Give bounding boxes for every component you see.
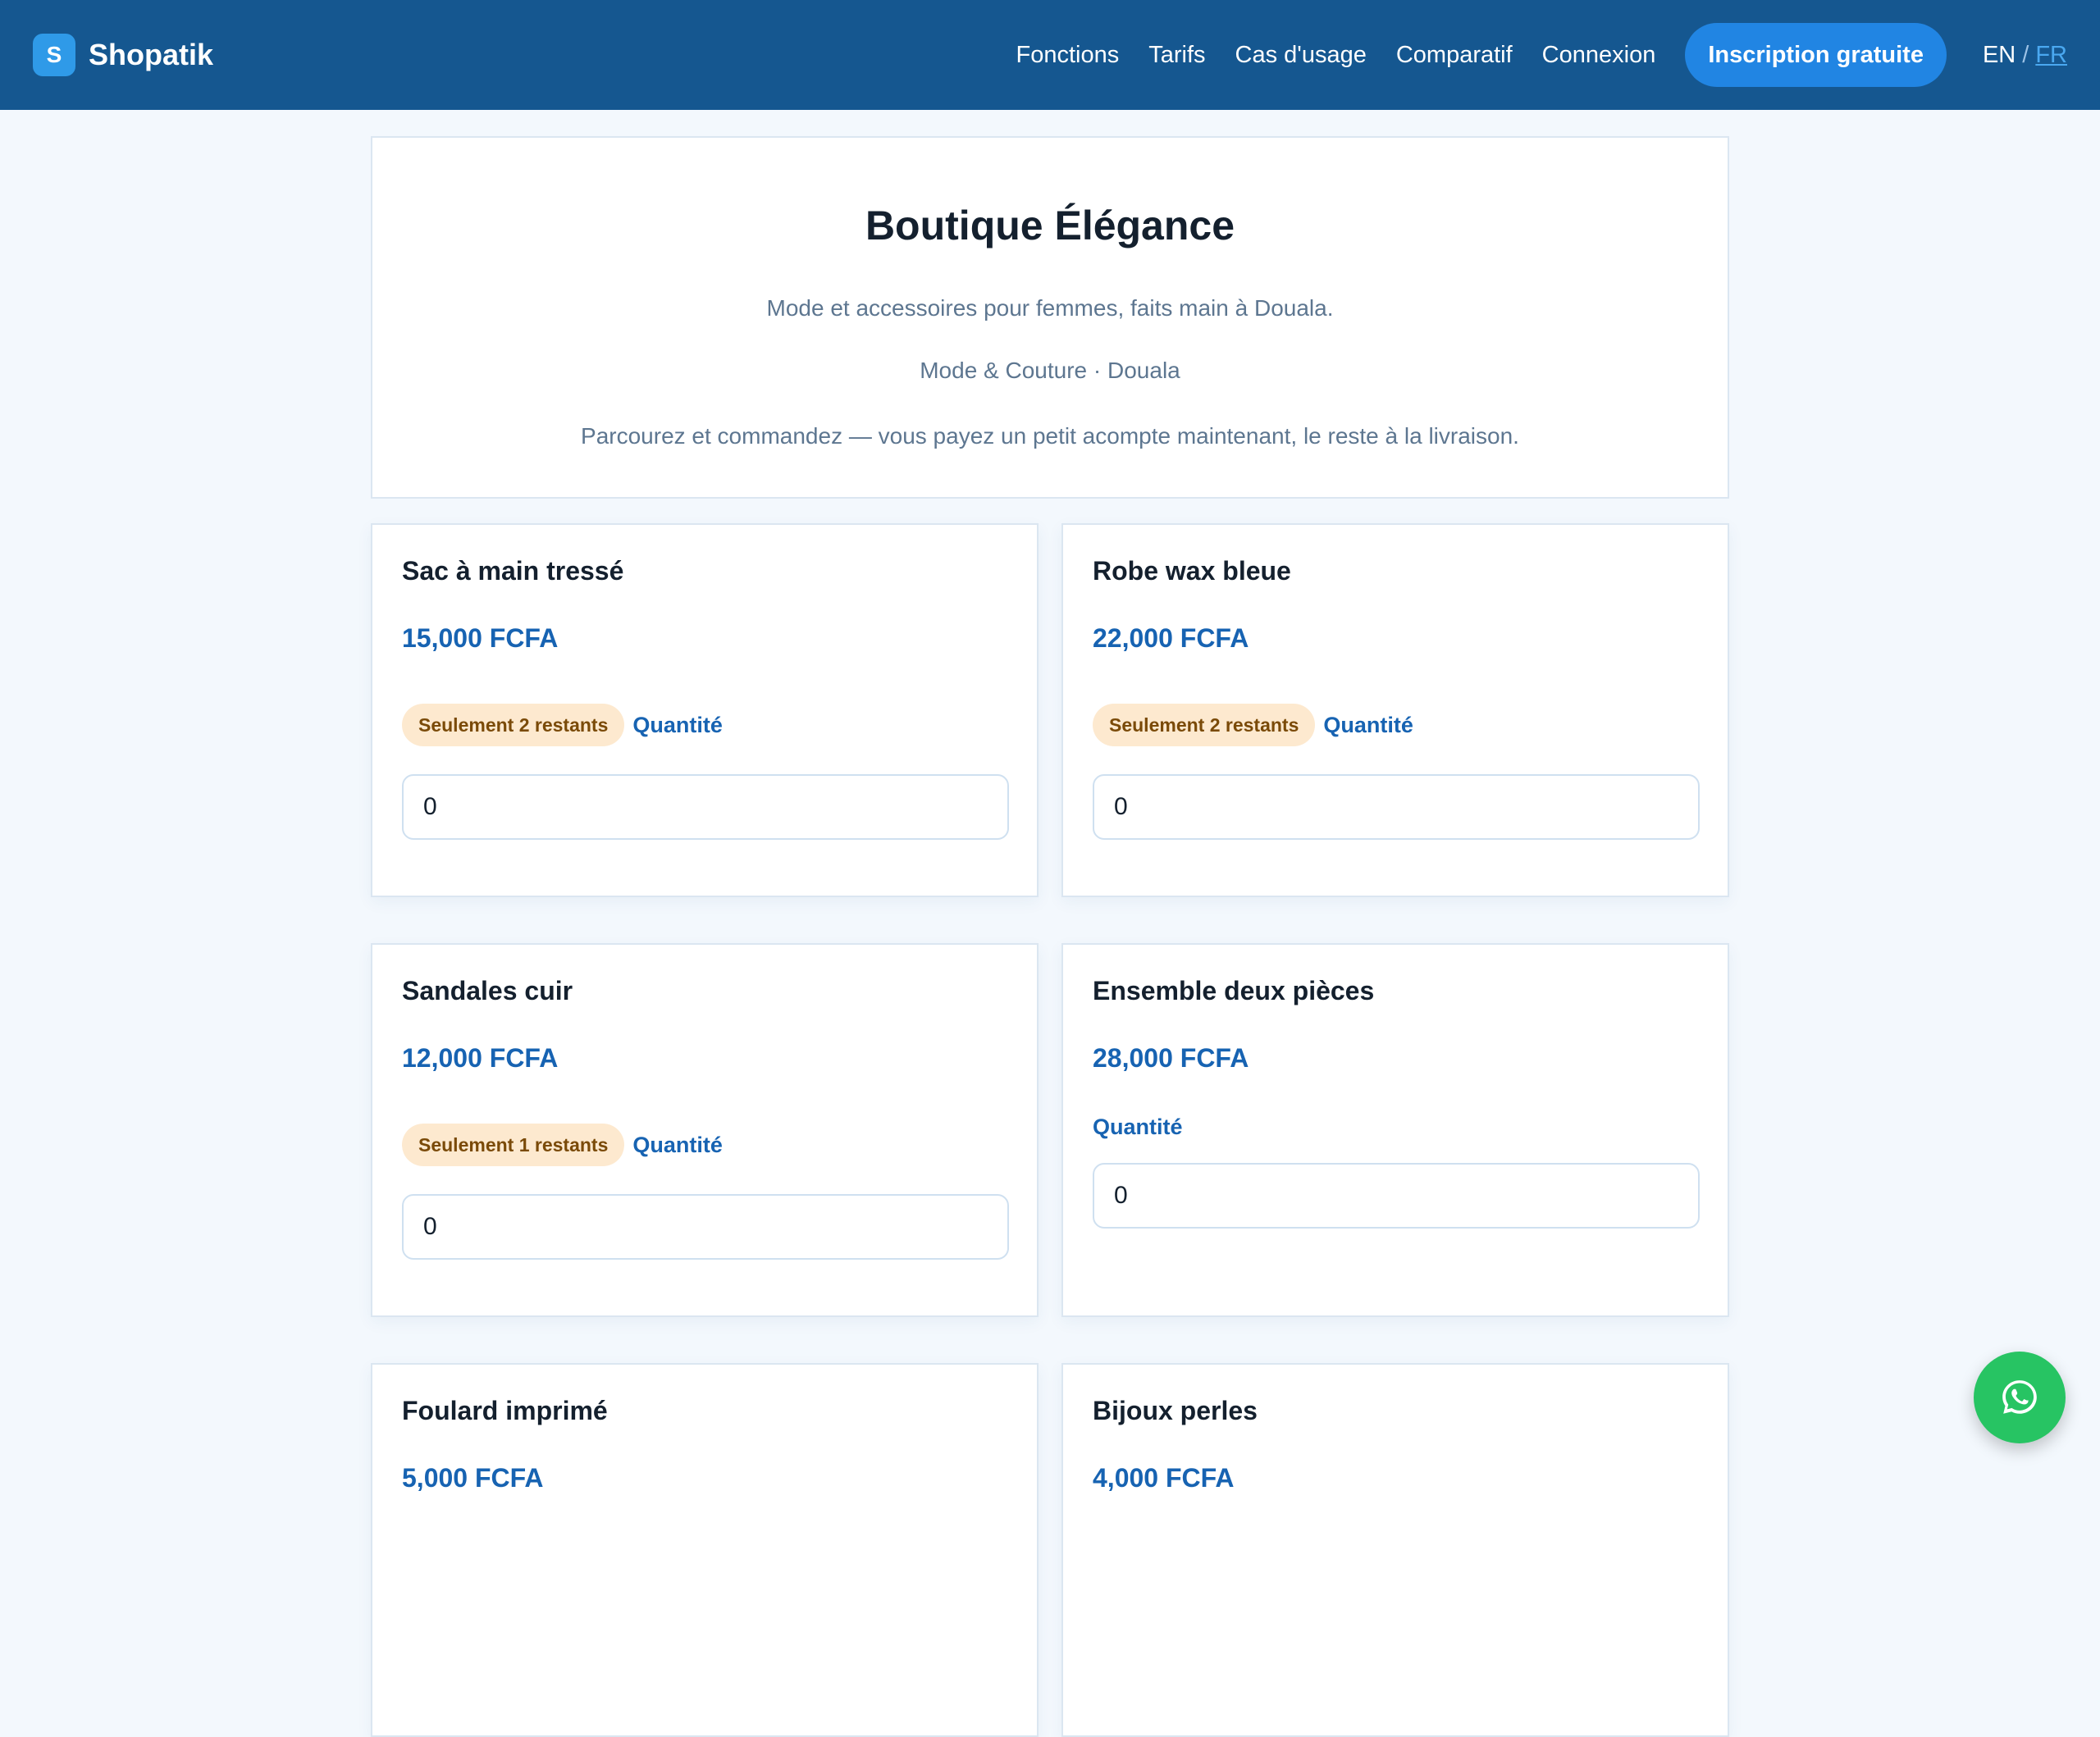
lang-fr-link[interactable]: FR: [2035, 42, 2067, 69]
nav-link-comparatif[interactable]: Comparatif: [1396, 42, 1513, 69]
quantity-input[interactable]: [402, 774, 1009, 840]
quantity-label: Quantité: [1093, 1114, 1183, 1139]
nav-link-connexion[interactable]: Connexion: [1542, 42, 1656, 69]
product-card: Sac à main tressé 15,000 FCFA Seulement …: [371, 523, 1039, 897]
stock-row: Seulement 2 restants Quantité: [1093, 704, 1698, 746]
stock-badge: Seulement 2 restants: [402, 704, 625, 746]
stock-badge: Seulement 1 restants: [402, 1124, 625, 1166]
product-name: Bijoux perles: [1093, 1396, 1258, 1425]
product-price: 5,000 FCFA: [402, 1463, 544, 1493]
product-card: Sandales cuir 12,000 FCFA Seulement 1 re…: [371, 943, 1039, 1317]
shop-category: Mode & Couture · Douala: [920, 358, 1180, 383]
quantity-input[interactable]: [1093, 774, 1700, 840]
nav-link-tarifs[interactable]: Tarifs: [1148, 42, 1205, 69]
stock-row: Seulement 2 restants Quantité: [402, 704, 1007, 746]
stock-row: Quantité: [1093, 1110, 1698, 1143]
stock-row: Seulement 1 restants Quantité: [402, 1124, 1007, 1166]
shop-description: Mode et accessoires pour femmes, faits m…: [766, 295, 1334, 321]
product-price: 28,000 FCFA: [1093, 1043, 1249, 1073]
lang-separator: /: [2022, 41, 2029, 68]
whatsapp-icon: [2002, 1380, 2037, 1414]
quantity-label: Quantité: [632, 1132, 723, 1157]
quantity-label: Quantité: [1323, 712, 1413, 737]
brand-logo: S: [33, 34, 75, 76]
stock-badge: Seulement 2 restants: [1093, 704, 1316, 746]
lang-en-link[interactable]: EN: [1983, 42, 2016, 69]
shop-payment-note: Parcourez et commandez — vous payez un p…: [581, 423, 1519, 449]
product-price: 4,000 FCFA: [1093, 1463, 1235, 1493]
shop-content: Boutique Élégance Mode et accessoires po…: [371, 136, 1729, 1737]
signup-button[interactable]: Inscription gratuite: [1685, 23, 1947, 87]
top-navigation-bar: S Shopatik Fonctions Tarifs Cas d'usage …: [0, 0, 2100, 110]
quantity-input[interactable]: [402, 1194, 1009, 1260]
product-name: Sandales cuir: [402, 976, 573, 1005]
language-switcher: EN / FR: [1983, 42, 2067, 69]
product-price: 12,000 FCFA: [402, 1043, 559, 1073]
product-grid: Sac à main tressé 15,000 FCFA Seulement …: [371, 523, 1729, 1737]
product-card: Robe wax bleue 22,000 FCFA Seulement 2 r…: [1061, 523, 1729, 897]
product-price: 22,000 FCFA: [1093, 623, 1249, 653]
product-name: Sac à main tressé: [402, 556, 624, 586]
main-nav: Fonctions Tarifs Cas d'usage Comparatif …: [987, 23, 2067, 87]
shop-header-card: Boutique Élégance Mode et accessoires po…: [371, 136, 1729, 499]
whatsapp-chat-button[interactable]: [1974, 1352, 2066, 1443]
brand[interactable]: S Shopatik: [33, 34, 213, 76]
product-name: Robe wax bleue: [1093, 556, 1291, 586]
shop-title: Boutique Élégance: [865, 203, 1235, 248]
product-card: Ensemble deux pièces 28,000 FCFA Quantit…: [1061, 943, 1729, 1317]
product-card: Bijoux perles 4,000 FCFA: [1061, 1363, 1729, 1737]
quantity-input[interactable]: [1093, 1163, 1700, 1229]
quantity-label: Quantité: [632, 712, 723, 737]
product-name: Ensemble deux pièces: [1093, 976, 1375, 1005]
product-price: 15,000 FCFA: [402, 623, 559, 653]
nav-link-cas-usage[interactable]: Cas d'usage: [1235, 42, 1367, 69]
nav-link-fonctions[interactable]: Fonctions: [1016, 42, 1120, 69]
product-name: Foulard imprimé: [402, 1396, 608, 1425]
brand-name: Shopatik: [89, 38, 214, 71]
product-card: Foulard imprimé 5,000 FCFA: [371, 1363, 1039, 1737]
